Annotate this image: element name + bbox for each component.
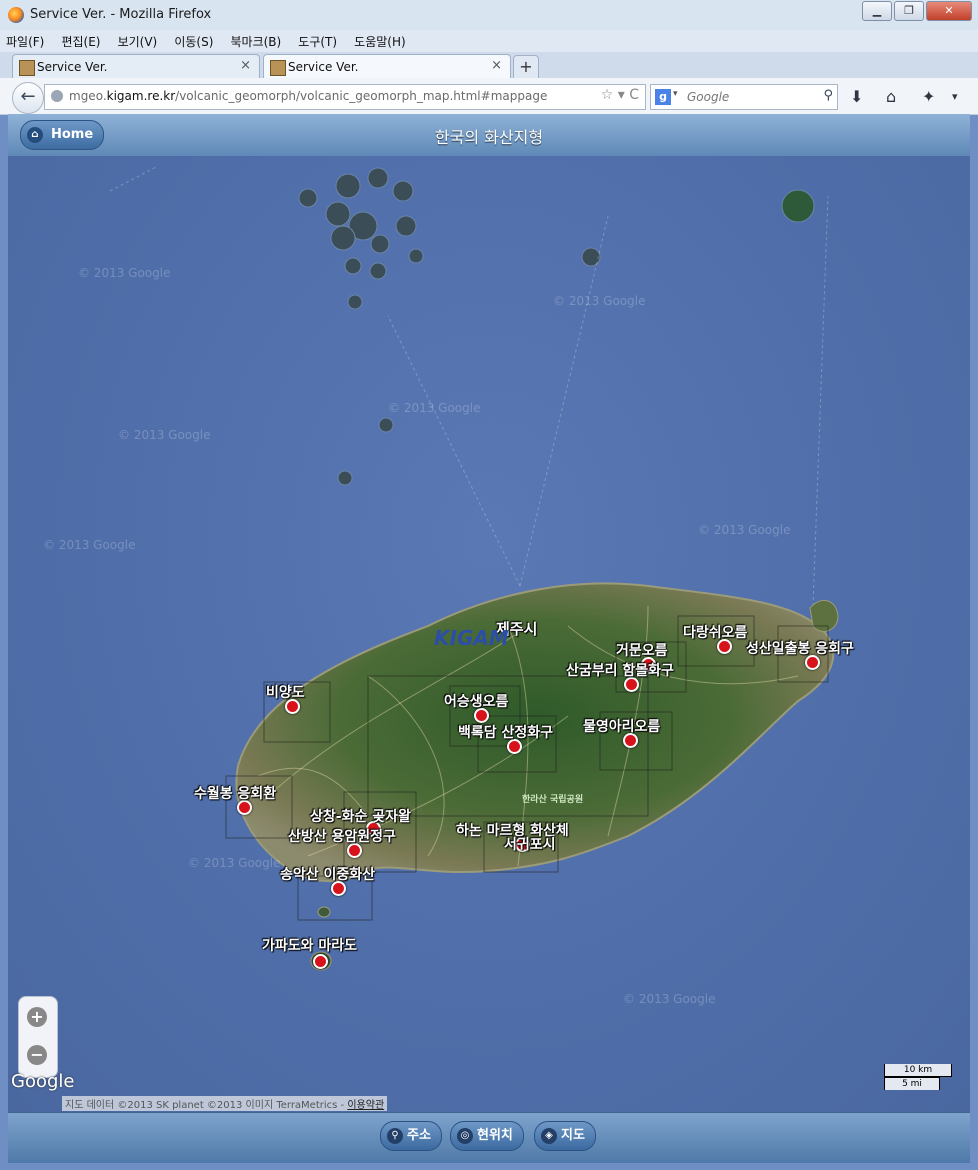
chevron-down-icon[interactable]: ▾ [673,89,678,99]
menu-file[interactable]: 파일(F) [0,30,50,50]
menu-chevron-icon[interactable]: ▾ [952,90,958,103]
address-button-label: 주소 [407,1128,431,1143]
place-label[interactable]: 산방산 용암원정구 [288,826,396,846]
search-input[interactable] [685,87,819,107]
menu-help[interactable]: 도움말(H) [348,30,412,50]
map-watermark: © 2013 Google [388,401,481,415]
place-label[interactable]: 상창-화순 곶자왈 [310,806,411,826]
tab-label: Service Ver. [37,60,108,74]
map-watermark: © 2013 Google [43,538,136,552]
menu-history[interactable]: 이동(S) [168,30,219,50]
map-marker[interactable] [313,954,328,969]
map-watermark: © 2013 Google [118,428,211,442]
map-watermark: © 2013 Google [698,523,791,537]
url-bar[interactable]: mgeo.kigam.re.kr/volcanic_geomorph/volca… [44,84,646,110]
scale-mi: 5 mi [884,1077,940,1090]
tab-strip: Service Ver. × Service Ver. × + [0,52,978,79]
maximize-button[interactable]: ❐ [894,1,924,21]
minimize-button[interactable]: ▁ [862,1,892,21]
zoom-out-button[interactable]: − [27,1045,47,1065]
park-label-hallasan: 한라산 국립공원 [522,795,584,805]
place-label[interactable]: 송악산 이중화산 [280,864,375,884]
back-button[interactable]: ← [12,82,44,114]
firefox-icon [8,7,24,23]
map-watermark: © 2013 Google [553,294,646,308]
page-title: 한국의 화산지형 [434,128,544,147]
menu-bar: 파일(F) 편집(E) 보기(V) 이동(S) 북마크(B) 도구(T) 도움말… [0,30,978,52]
location-target-icon: ◎ [457,1128,473,1144]
url-text: mgeo.kigam.re.kr/volcanic_geomorph/volca… [69,89,548,103]
place-label[interactable]: 성산일출봉 응회구 [746,638,854,658]
site-favicon-icon [19,60,35,76]
map-watermark: © 2013 Google [78,266,171,280]
current-location-button[interactable]: ◎ 현위치 [450,1121,524,1151]
place-label[interactable]: 비양도 [266,682,305,702]
north-islands [298,167,815,486]
site-favicon-icon [270,60,286,76]
zoom-control: + − [18,996,58,1078]
tab-label: Service Ver. [288,60,359,74]
map-attribution: 지도 데이터 ©2013 SK planet ©2013 이미지 TerraMe… [62,1096,388,1111]
search-icon: ⚲ [387,1128,403,1144]
scale-km: 10 km [884,1064,952,1077]
app-header: 한국의 화산지형 ⌂ Home [8,114,970,157]
url-bar-icons[interactable]: ☆ ▾ C [601,87,639,103]
home-button-label: Home [51,127,94,142]
terms-link[interactable]: 이용약관 [347,1100,384,1111]
google-search-engine-icon[interactable]: g [655,89,671,105]
google-logo[interactable]: Google [11,1071,74,1092]
close-window-button[interactable]: ✕ [926,1,972,21]
menu-tools[interactable]: 도구(T) [292,30,343,50]
map-view[interactable]: © 2013 Google © 2013 Google © 2013 Googl… [8,156,970,1112]
home-icon: ⌂ [27,127,43,143]
tab-service-2[interactable]: Service Ver. × [263,54,511,79]
window-controls: ▁ ❐ ✕ [862,1,972,21]
menu-edit[interactable]: 편집(E) [55,30,106,50]
globe-icon [51,90,63,102]
addon-icon[interactable]: ✦ [922,87,935,106]
map-layers-button-label: 지도 [561,1128,585,1143]
place-label[interactable]: 어승생오름 [444,691,508,711]
udo-island [809,600,839,632]
window-title: Service Ver. - Mozilla Firefox [30,7,212,22]
layers-icon: ◈ [541,1128,557,1144]
menu-view[interactable]: 보기(V) [112,30,164,50]
tab-close-icon[interactable]: × [491,58,502,73]
menu-bookmarks[interactable]: 북마크(B) [224,30,287,50]
search-icon[interactable]: ⚲ [823,88,833,103]
kigam-logo: KIGAM [434,626,509,650]
home-button[interactable]: ⌂ Home [20,120,105,150]
new-tab-button[interactable]: + [513,55,539,79]
place-label[interactable]: 산굼부리 함몰화구 [566,660,674,680]
map-scale: 10 km 5 mi [884,1064,952,1092]
app-footer: ⚲ 주소 ◎ 현위치 ◈ 지도 [8,1112,970,1163]
address-button[interactable]: ⚲ 주소 [380,1121,442,1151]
place-label[interactable]: 거문오름 [616,640,668,660]
place-label[interactable]: 가파도와 마라도 [262,935,357,955]
navigation-toolbar: ← mgeo.kigam.re.kr/volcanic_geomorph/vol… [0,78,978,115]
map-watermark: © 2013 Google [188,856,281,870]
search-bar[interactable]: g ▾ ⚲ [650,84,838,110]
tab-close-icon[interactable]: × [240,58,251,73]
place-label[interactable]: 서귀포시 [504,834,556,854]
home-icon[interactable]: ⌂ [886,87,896,106]
place-label[interactable]: 수월봉 응회환 [194,783,276,803]
map-watermark: © 2013 Google [623,992,716,1006]
map-layers-button[interactable]: ◈ 지도 [534,1121,596,1151]
current-location-button-label: 현위치 [477,1128,513,1143]
tab-service-1[interactable]: Service Ver. × [12,54,260,79]
zoom-in-button[interactable]: + [27,1007,47,1027]
download-icon[interactable]: ⬇ [850,87,863,106]
place-label[interactable]: 다랑쉬오름 [683,622,747,642]
place-label[interactable]: 백록담 산정화구 [458,722,553,742]
place-label[interactable]: 물영아리오름 [583,716,660,736]
window-titlebar: Service Ver. - Mozilla Firefox ▁ ❐ ✕ [0,0,978,31]
